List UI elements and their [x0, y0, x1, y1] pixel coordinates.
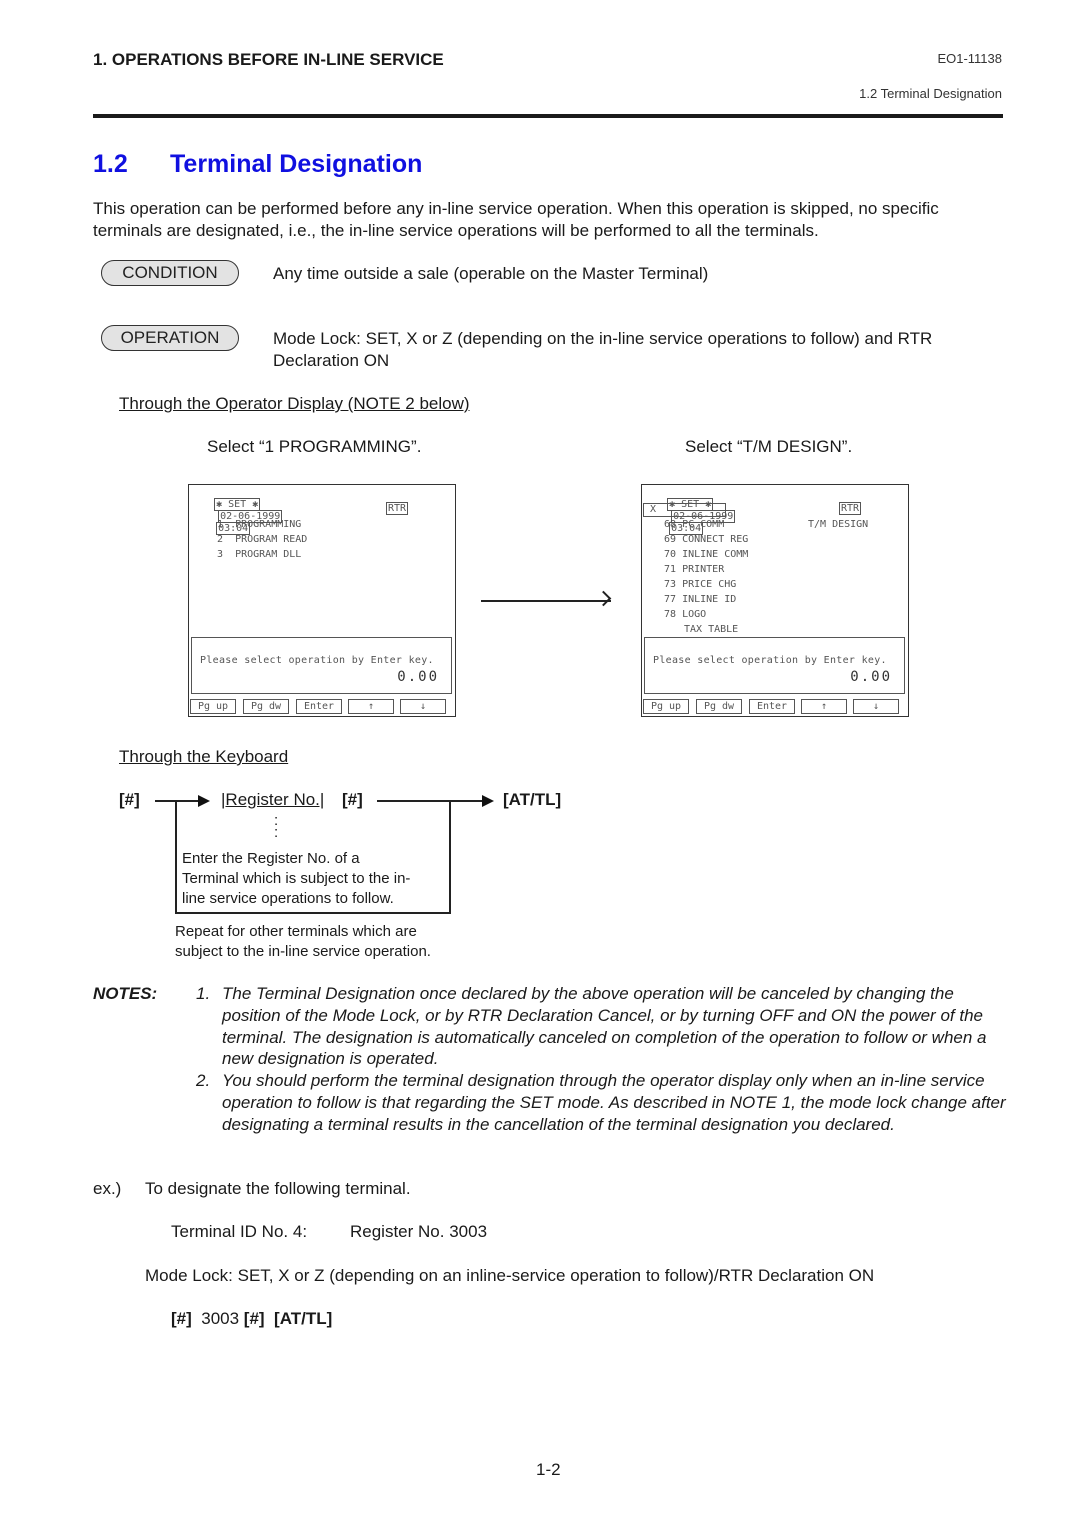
- arrow-down-icon[interactable]: ↓: [400, 699, 446, 714]
- example-intro: To designate the following terminal.: [145, 1179, 411, 1198]
- pg-down-key[interactable]: Pg dw: [696, 699, 742, 714]
- document-code: EO1-11138: [937, 51, 1002, 66]
- note-item: 1. The Terminal Designation once declare…: [196, 984, 987, 1069]
- flow-line: [155, 800, 200, 802]
- repeat-note: Repeat for other terminals which are sub…: [175, 923, 431, 960]
- flow-line: [377, 800, 483, 802]
- prompt-message: Please select operation by Enter key.: [200, 655, 434, 666]
- register-no-entry: |Register No.|: [221, 790, 325, 809]
- condition-text: Any time outside a sale (operable on the…: [273, 264, 709, 283]
- example-label: ex.): [93, 1179, 122, 1198]
- register-note: Enter the Register No. of a Terminal whi…: [182, 850, 411, 907]
- menu-item[interactable]: TAX TABLE: [684, 624, 738, 635]
- menu-item[interactable]: 77 INLINE ID: [664, 594, 736, 605]
- arrow-head-icon: [595, 590, 612, 607]
- loop-line: [449, 800, 451, 914]
- register-number: Register No. 3003: [350, 1222, 488, 1241]
- soft-keys: Pg up Pg dw Enter ↑ ↓: [189, 699, 455, 714]
- prompt-message: Please select operation by Enter key.: [653, 655, 887, 666]
- operation-text: Mode Lock: SET, X or Z (depending on the…: [273, 329, 933, 370]
- menu-item[interactable]: 73 PRICE CHG: [664, 579, 736, 590]
- pg-up-key[interactable]: Pg up: [643, 699, 689, 714]
- enter-key[interactable]: Enter: [749, 699, 795, 714]
- operator-display-heading: Through the Operator Display (NOTE 2 bel…: [119, 394, 470, 413]
- step2-caption: Select “T/M DESIGN”.: [685, 437, 853, 456]
- page-title: 1.2 Terminal Designation: [93, 150, 422, 179]
- arrow-right-icon: [481, 600, 611, 602]
- menu-item[interactable]: 70 INLINE COMM: [664, 549, 748, 560]
- enter-key[interactable]: Enter: [296, 699, 342, 714]
- page-number: 1-2: [536, 1460, 561, 1479]
- pg-down-key[interactable]: Pg dw: [243, 699, 289, 714]
- operation-badge: OPERATION: [101, 325, 239, 351]
- input-field[interactable]: X: [643, 503, 726, 517]
- tm-design-label: T/M DESIGN: [808, 519, 869, 530]
- title-number: 1.2: [93, 150, 128, 178]
- section-header: 1. OPERATIONS BEFORE IN-LINE SERVICE: [93, 50, 444, 69]
- key-hash: [#]: [342, 790, 363, 809]
- menu-item[interactable]: 1 PROGRAMMING: [217, 519, 301, 530]
- pg-up-key[interactable]: Pg up: [190, 699, 236, 714]
- arrow-up-icon[interactable]: ↑: [348, 699, 394, 714]
- menu-item[interactable]: 69 CONNECT REG: [664, 534, 748, 545]
- amount-display: 0.00: [850, 669, 892, 685]
- menu-item[interactable]: 71 PRINTER: [664, 564, 724, 575]
- key-sequence: [#] 3003 [#] [AT/TL]: [171, 1309, 333, 1328]
- terminal-id: Terminal ID No. 4:: [171, 1222, 308, 1241]
- operator-screen-tm-design: ✱ SET ✱ 02-06-1999 03:04 X RTR T/M DESIG…: [641, 484, 909, 717]
- keyboard-heading: Through the Keyboard: [119, 747, 289, 766]
- menu-item[interactable]: 2 PROGRAM READ: [217, 534, 307, 545]
- arrow-up-icon[interactable]: ↑: [801, 699, 847, 714]
- operator-screen-programming: ✱ SET ✱ 02-06-1999 03:04 RTR 1 PROGRAMMI…: [188, 484, 456, 717]
- header-rule: [93, 114, 1003, 118]
- arrow-down-icon[interactable]: ↓: [853, 699, 899, 714]
- loop-line: [175, 800, 177, 914]
- menu-item[interactable]: 68 PC COMM: [664, 519, 724, 530]
- message-box: Please select operation by Enter key. 0.…: [191, 637, 452, 694]
- menu-item[interactable]: 3 PROGRAM DLL: [217, 549, 301, 560]
- example-mode-lock: Mode Lock: SET, X or Z (depending on an …: [145, 1266, 875, 1285]
- message-box: Please select operation by Enter key. 0.…: [644, 637, 905, 694]
- intro-paragraph: This operation can be performed before a…: [93, 199, 939, 240]
- title-text: Terminal Designation: [170, 150, 423, 178]
- subsection-header: 1.2 Terminal Designation: [859, 86, 1002, 101]
- note-item: 2. You should perform the terminal desig…: [196, 1071, 1006, 1134]
- key-at-tl: [AT/TL]: [503, 790, 562, 809]
- continuation-dots: ::: [274, 812, 279, 841]
- rtr-indicator: RTR: [386, 502, 409, 515]
- arrow-head-icon: [198, 795, 210, 807]
- rtr-indicator: RTR: [839, 502, 862, 515]
- soft-keys: Pg up Pg dw Enter ↑ ↓: [642, 699, 908, 714]
- loop-line: [175, 912, 451, 914]
- key-hash-start: [#]: [119, 790, 140, 809]
- arrow-head-icon: [482, 795, 494, 807]
- notes-label: NOTES:: [93, 984, 158, 1003]
- menu-item[interactable]: 78 LOGO: [664, 609, 706, 620]
- amount-display: 0.00: [397, 669, 439, 685]
- step1-caption: Select “1 PROGRAMMING”.: [207, 437, 422, 456]
- condition-badge: CONDITION: [101, 260, 239, 286]
